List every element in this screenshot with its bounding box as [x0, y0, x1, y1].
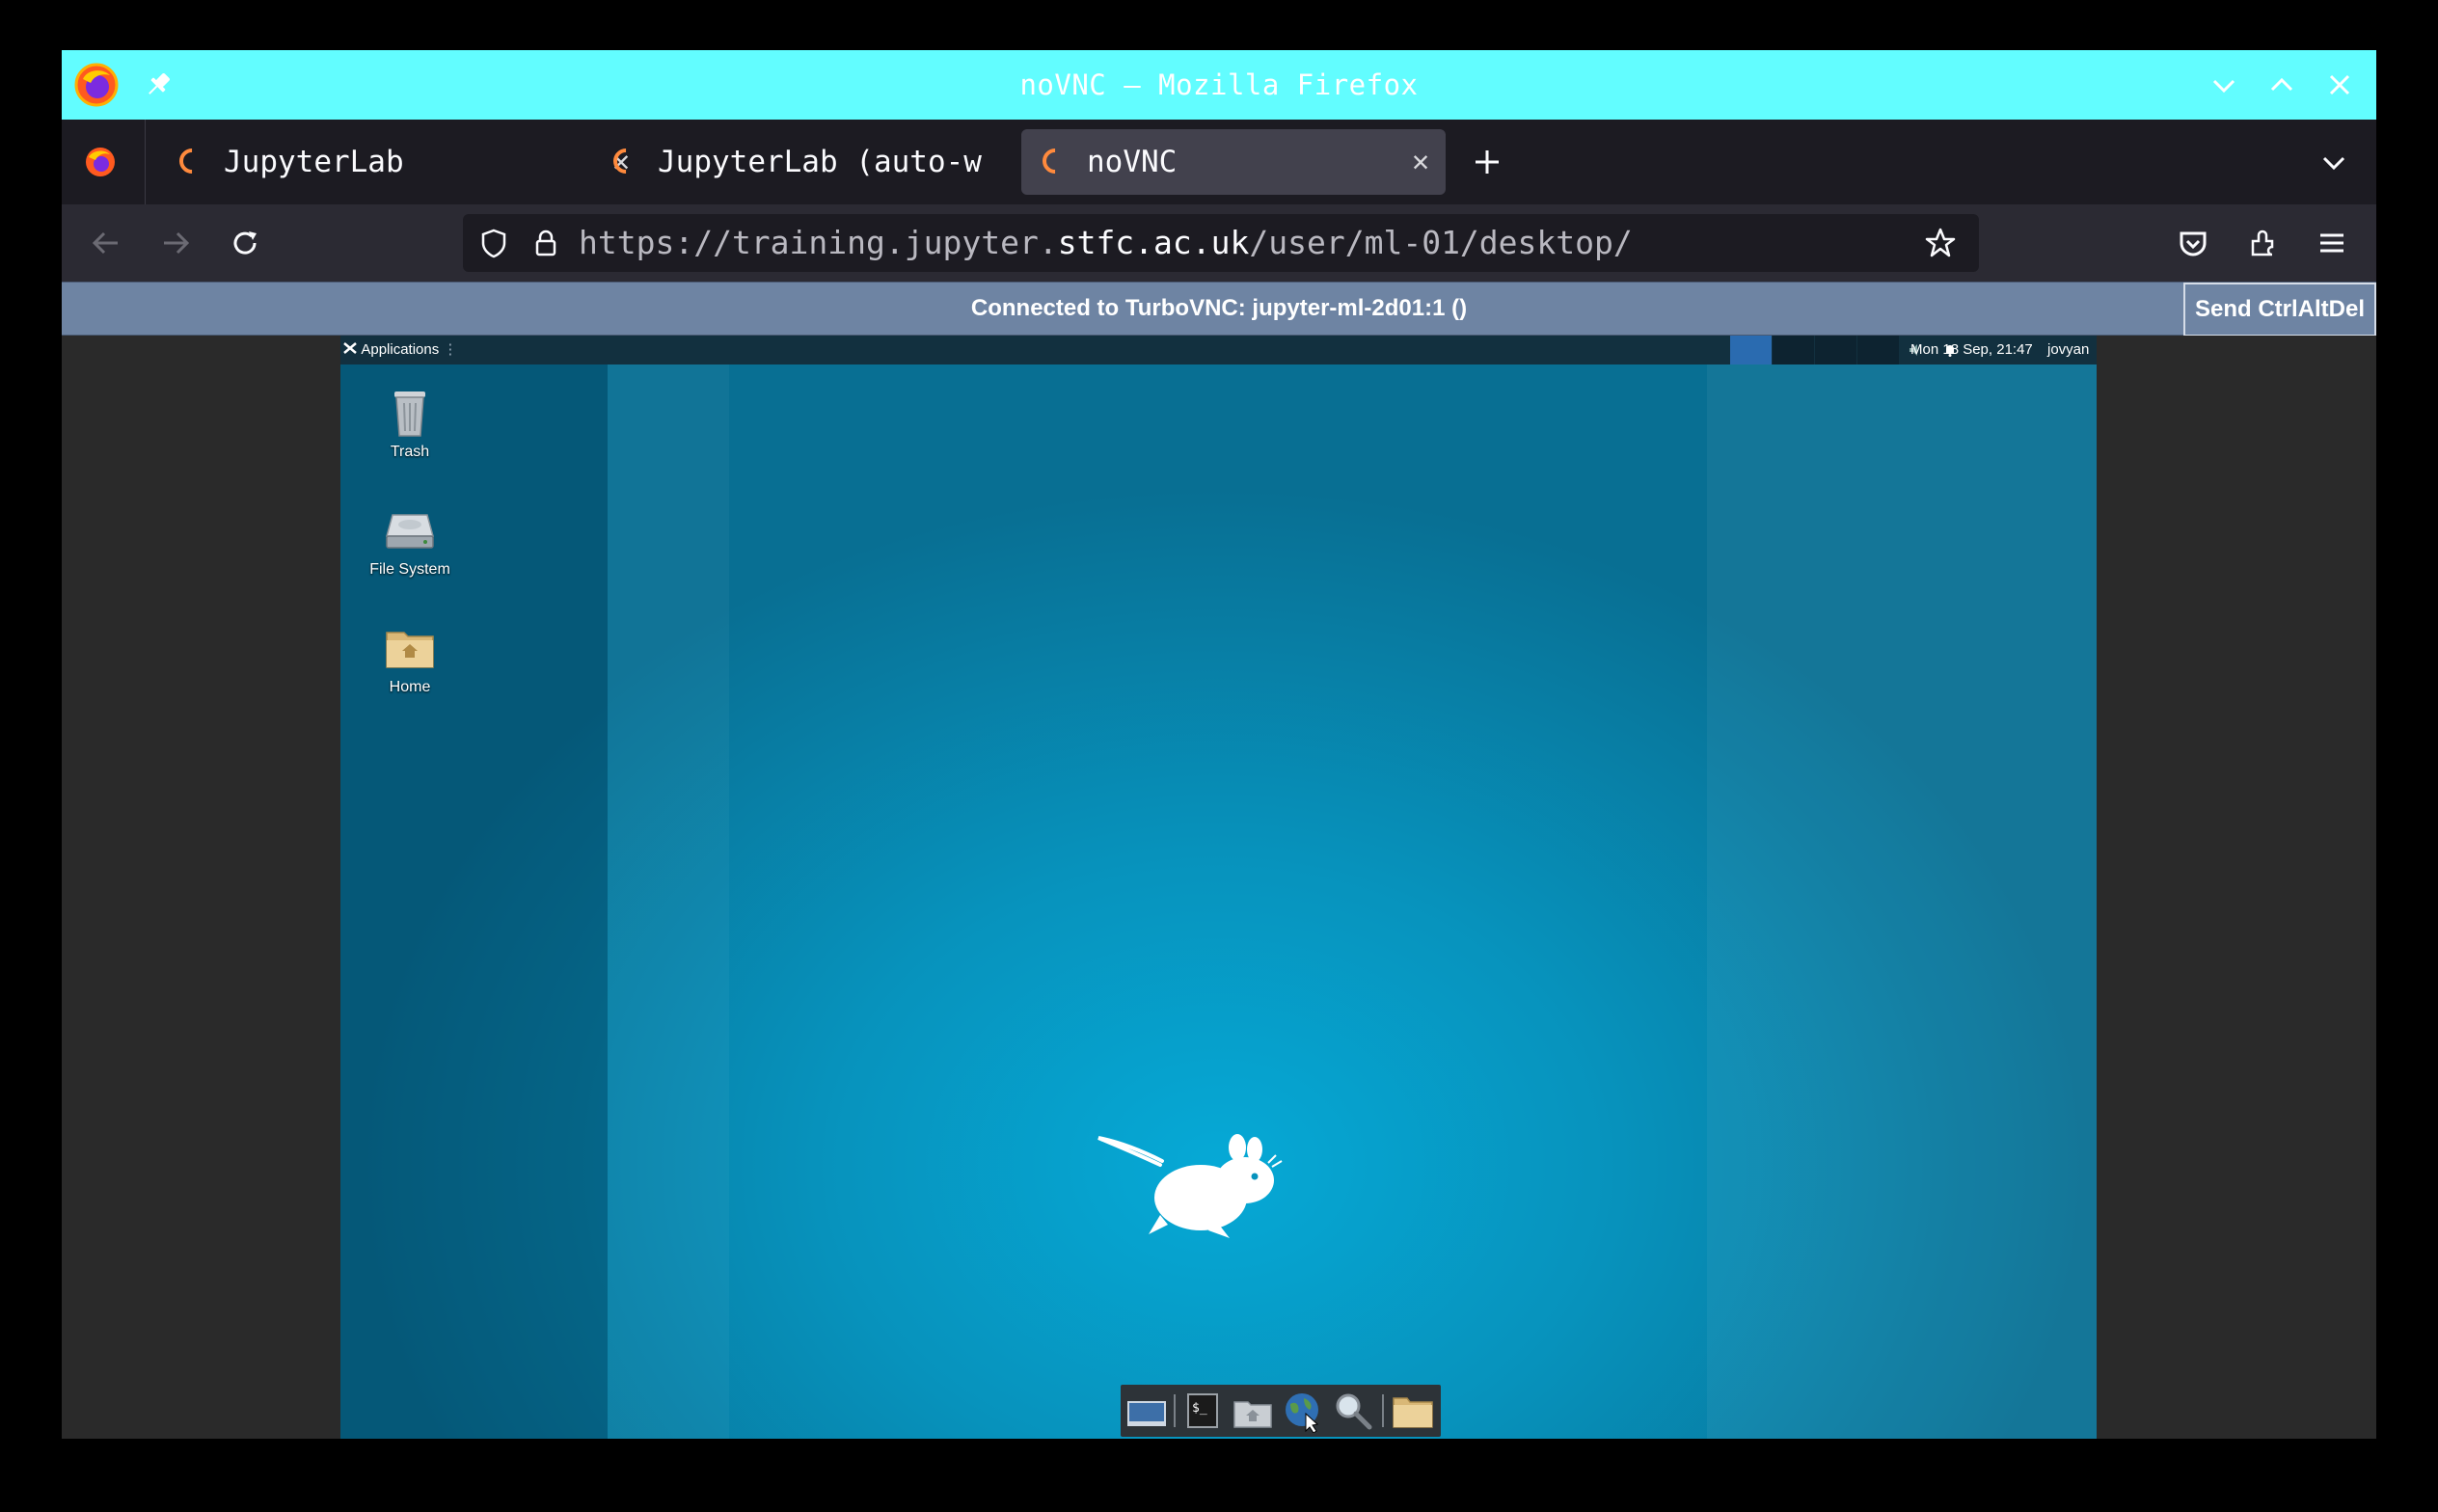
desktop-icon-label: Home — [389, 679, 431, 695]
show-desktop-icon[interactable] — [1124, 1389, 1169, 1433]
svg-text:$_: $_ — [1192, 1401, 1207, 1416]
pocket-icon[interactable] — [2174, 224, 2212, 262]
vnc-viewer: Applications ⋮ Mon 18 Sep, 21:47 jovyan — [62, 336, 2376, 1439]
applications-menu[interactable]: Applications ⋮ — [342, 336, 457, 364]
close-window-button[interactable] — [2318, 64, 2361, 106]
navigation-bar: https://training.jupyter.stfc.ac.uk/user… — [62, 204, 2376, 282]
url-suffix: /user/ml-01/desktop/ — [1249, 224, 1633, 261]
loading-spinner-icon — [1037, 143, 1073, 179]
loading-spinner-icon — [174, 143, 210, 179]
tracking-protection-shield-icon[interactable] — [476, 226, 511, 260]
tab-jupyterlab[interactable]: JupyterLab ✕ — [158, 129, 640, 195]
workspace-1[interactable] — [1730, 336, 1772, 364]
xfce-logo-icon — [343, 342, 357, 354]
tab-divider — [145, 120, 146, 204]
tab-jupyterlab-auto[interactable]: JupyterLab (auto-w ✕ — [592, 129, 1065, 195]
maximize-button[interactable] — [2261, 64, 2303, 106]
trash-icon — [394, 392, 425, 437]
drive-icon — [386, 514, 434, 549]
back-button[interactable] — [87, 224, 125, 262]
workspace-3[interactable] — [1815, 336, 1856, 364]
close-tab-button[interactable]: ✕ — [1401, 129, 1440, 195]
file-manager-icon[interactable] — [1231, 1389, 1275, 1433]
minimize-button[interactable] — [2203, 64, 2245, 106]
xfce-bottom-dock: $_ — [1121, 1385, 1441, 1437]
firefox-view-button[interactable] — [81, 143, 120, 181]
list-all-tabs-button[interactable] — [2315, 143, 2353, 181]
new-tab-button[interactable] — [1468, 143, 1506, 181]
dock-separator — [1382, 1394, 1384, 1427]
title-bar: noVNC — Mozilla Firefox — [62, 50, 2376, 120]
applications-label: Applications — [361, 341, 440, 358]
workspace-2[interactable] — [1773, 336, 1814, 364]
app-menu-icon[interactable] — [2313, 224, 2351, 262]
web-browser-icon[interactable] — [1281, 1389, 1325, 1434]
desktop-icon-trash[interactable]: Trash — [352, 388, 468, 474]
xfce-mouse-logo-icon — [1093, 1122, 1324, 1248]
panel-separator: ⋮ — [443, 341, 458, 358]
lock-icon[interactable] — [528, 226, 563, 260]
tab-label: JupyterLab — [224, 145, 404, 179]
extensions-icon[interactable] — [2243, 224, 2282, 262]
desktop-icon-label: File System — [369, 561, 450, 578]
loading-spinner-icon — [608, 143, 644, 179]
wallpaper-band — [1707, 364, 2097, 1439]
novnc-status-bar: Connected to TurboVNC: jupyter-ml-2d01:1… — [62, 282, 2376, 337]
panel-clock[interactable]: Mon 18 Sep, 21:47 — [1910, 336, 2033, 364]
bookmark-star-icon[interactable] — [1923, 226, 1958, 260]
url-prefix: https://training.jupyter. — [579, 224, 1058, 261]
url-bar[interactable]: https://training.jupyter.stfc.ac.uk/user… — [463, 214, 1979, 272]
home-folder-icon — [386, 632, 434, 668]
reload-button[interactable] — [226, 224, 264, 262]
xfce-top-panel: Applications ⋮ Mon 18 Sep, 21:47 jovyan — [340, 336, 2097, 364]
workspace-4[interactable] — [1857, 336, 1899, 364]
connection-status: Connected to TurboVNC: jupyter-ml-2d01:1… — [970, 295, 1468, 321]
terminal-icon[interactable]: $_ — [1180, 1389, 1225, 1433]
dock-separator — [1174, 1394, 1176, 1427]
tab-novnc[interactable]: noVNC ✕ — [1021, 129, 1446, 195]
wallpaper-band — [608, 364, 729, 1439]
browser-window: noVNC — Mozilla Firefox JupyterLab ✕ Jup… — [62, 50, 2376, 1439]
remote-desktop-canvas[interactable]: Applications ⋮ Mon 18 Sep, 21:47 jovyan — [340, 336, 2097, 1439]
tab-label: noVNC — [1087, 145, 1178, 179]
panel-user[interactable]: jovyan — [2047, 336, 2089, 364]
tab-label: JupyterLab (auto-w — [658, 145, 982, 179]
folder-icon[interactable] — [1391, 1389, 1435, 1433]
forward-button[interactable] — [156, 224, 195, 262]
send-ctrl-alt-del-button[interactable]: Send CtrlAltDel — [2183, 283, 2376, 337]
tab-strip: JupyterLab ✕ JupyterLab (auto-w ✕ noVNC … — [62, 120, 2376, 204]
desktop-icon-file-system[interactable]: File System — [352, 505, 468, 592]
window-title: noVNC — Mozilla Firefox — [1019, 68, 1419, 101]
desktop-icon-label: Trash — [390, 444, 430, 460]
app-finder-icon[interactable] — [1331, 1389, 1375, 1433]
url-text[interactable]: https://training.jupyter.stfc.ac.uk/user… — [579, 214, 1633, 272]
url-domain: stfc.ac.uk — [1057, 224, 1250, 261]
desktop-icon-home[interactable]: Home — [352, 623, 468, 710]
